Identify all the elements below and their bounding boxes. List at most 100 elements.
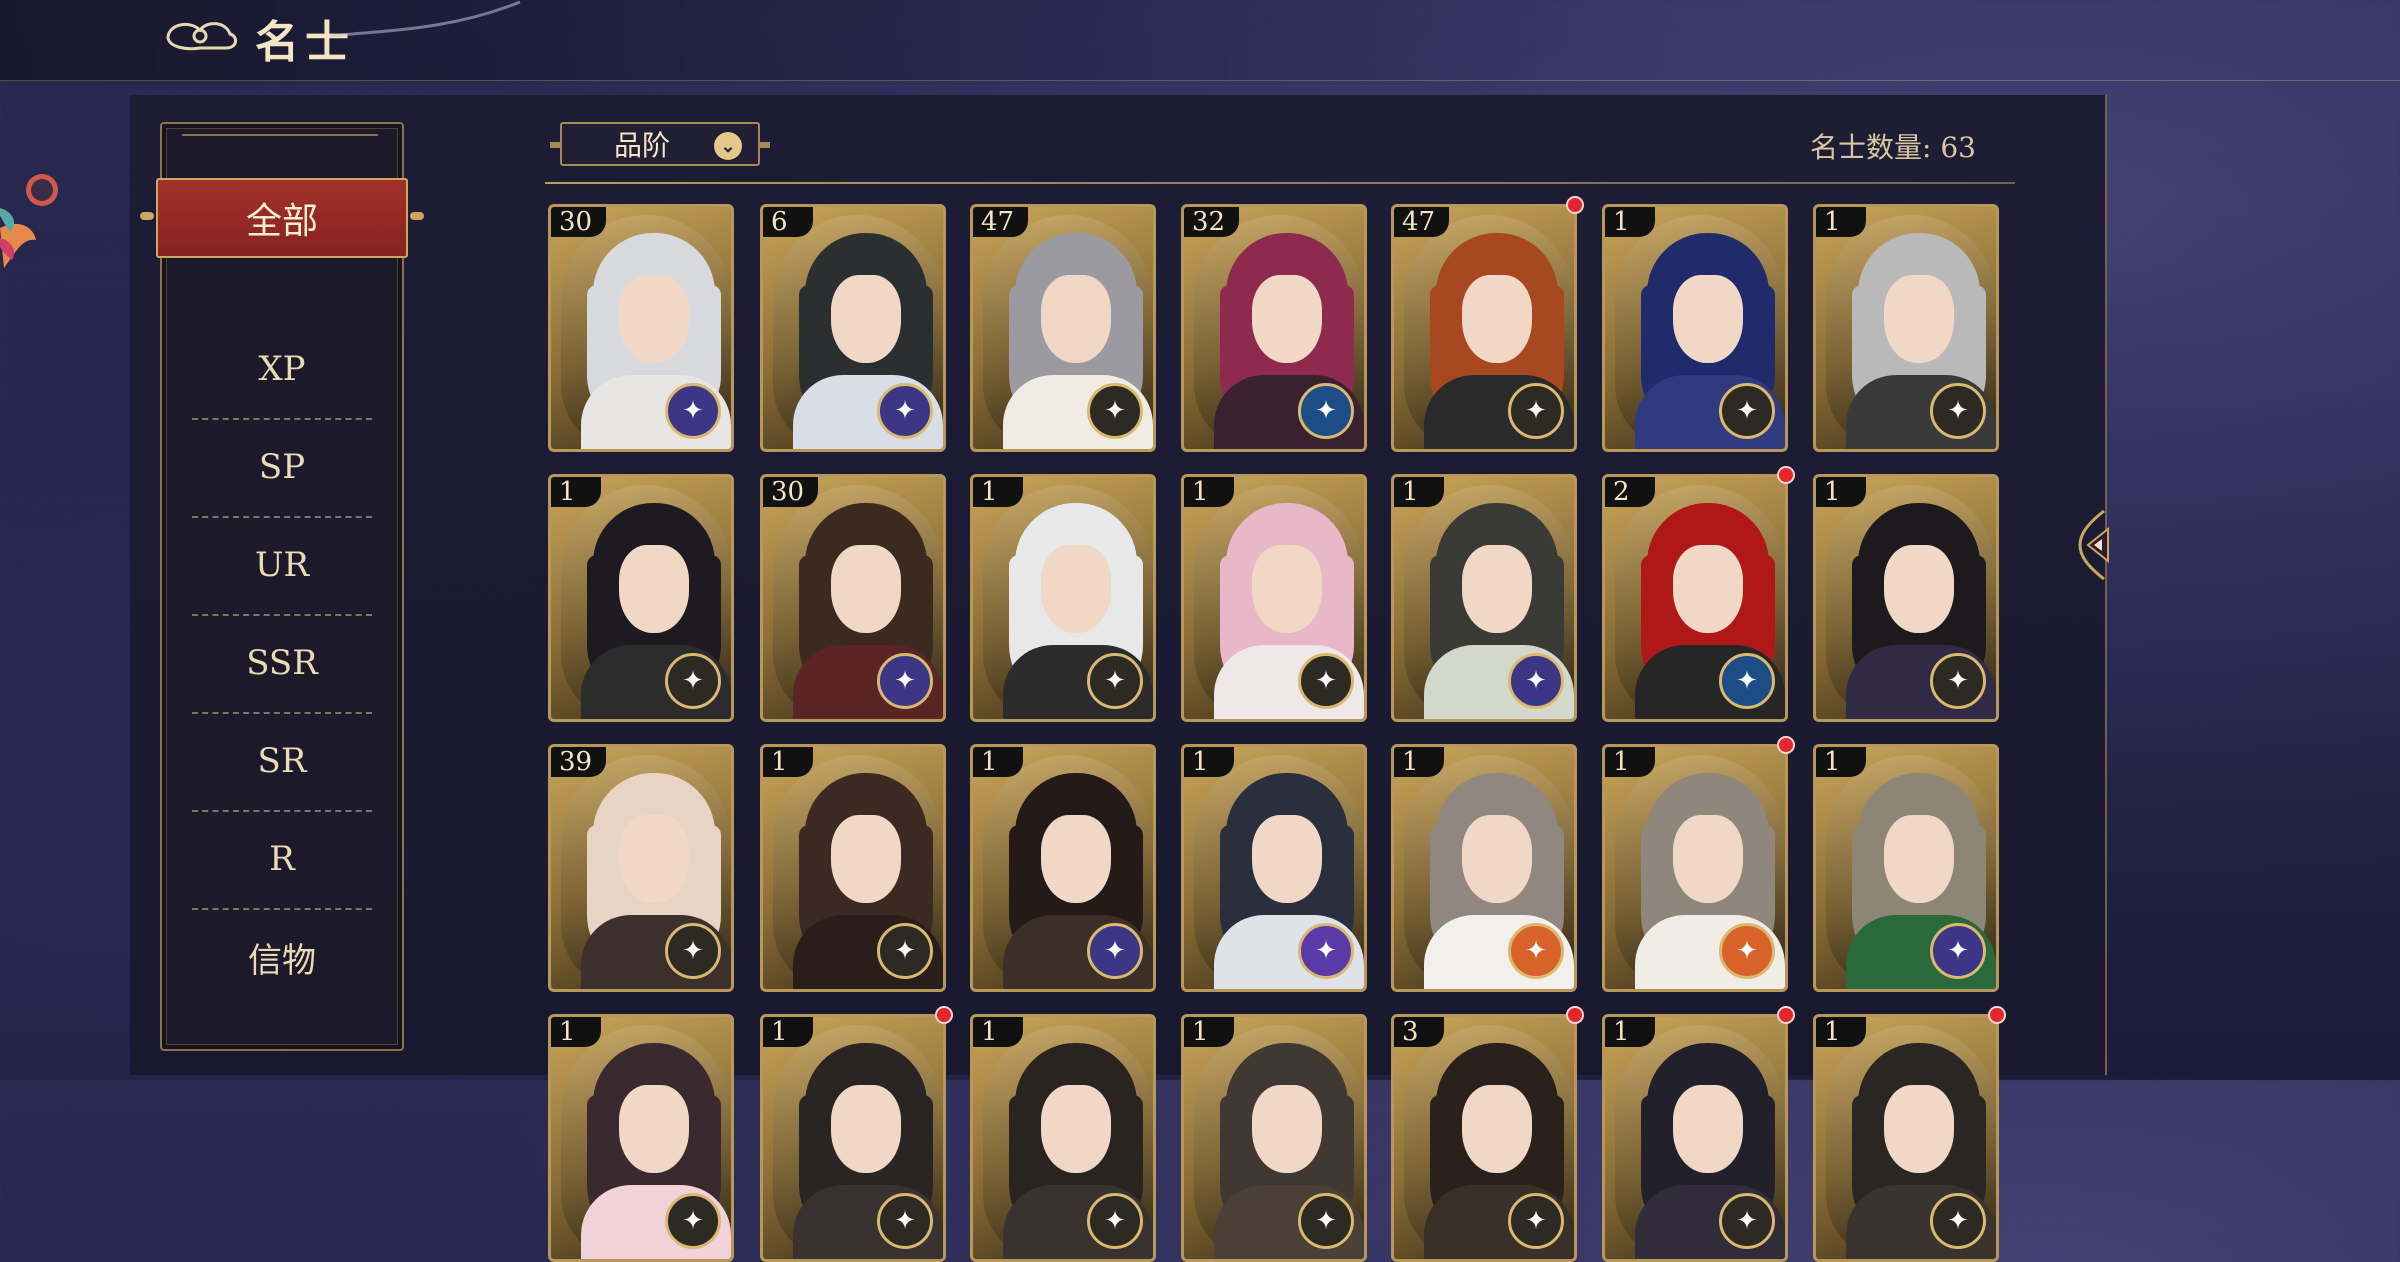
hero-card[interactable]: 1 ✦ bbox=[1813, 204, 1999, 452]
hero-level: 1 bbox=[1816, 207, 1866, 237]
hero-face bbox=[1041, 815, 1111, 903]
element-badge-icon: ✦ bbox=[1930, 1193, 1986, 1249]
sidebar-item-all[interactable]: 全部 bbox=[140, 178, 424, 258]
element-badge-icon: ✦ bbox=[877, 653, 933, 709]
hero-card[interactable]: 1 ✦ bbox=[970, 1014, 1156, 1262]
hero-level: 1 bbox=[763, 1017, 813, 1047]
hero-count: 名士数量: 63 bbox=[1810, 131, 1976, 164]
hero-face bbox=[1252, 1085, 1322, 1173]
hero-face bbox=[1884, 815, 1954, 903]
hero-face bbox=[1462, 815, 1532, 903]
hero-card[interactable]: 1 ✦ bbox=[1602, 204, 1788, 452]
hero-level: 1 bbox=[1605, 207, 1655, 237]
hero-face bbox=[1041, 545, 1111, 633]
hero-card[interactable]: 30 ✦ bbox=[760, 474, 946, 722]
hero-card[interactable]: 1 ✦ bbox=[548, 1014, 734, 1262]
hero-card[interactable]: 1 ✦ bbox=[760, 1014, 946, 1262]
hero-card[interactable]: 32 ✦ bbox=[1181, 204, 1367, 452]
element-badge-icon: ✦ bbox=[1930, 383, 1986, 439]
hero-level: 1 bbox=[1394, 747, 1444, 777]
hero-face bbox=[1884, 275, 1954, 363]
notification-dot bbox=[1777, 736, 1795, 754]
hero-level: 1 bbox=[1605, 747, 1655, 777]
hero-level: 30 bbox=[551, 207, 607, 237]
element-badge-icon: ✦ bbox=[1298, 1193, 1354, 1249]
element-badge-icon: ✦ bbox=[1930, 923, 1986, 979]
sidebar-decoration bbox=[182, 122, 378, 136]
hero-card[interactable]: 1 ✦ bbox=[760, 744, 946, 992]
element-badge-icon: ✦ bbox=[1508, 653, 1564, 709]
sidebar-item-xp[interactable]: XP bbox=[192, 320, 372, 420]
hero-face bbox=[1462, 275, 1532, 363]
sidebar-item-ssr[interactable]: SSR bbox=[192, 614, 372, 714]
hero-card[interactable]: 1 ✦ bbox=[1602, 744, 1788, 992]
hero-level: 47 bbox=[1394, 207, 1450, 237]
hero-card[interactable]: 47 ✦ bbox=[970, 204, 1156, 452]
hero-card[interactable]: 1 ✦ bbox=[970, 744, 1156, 992]
hero-card[interactable]: 1 ✦ bbox=[548, 474, 734, 722]
hero-level: 1 bbox=[1184, 1017, 1234, 1047]
hero-card[interactable]: 1 ✦ bbox=[1813, 744, 1999, 992]
grade-dropdown[interactable]: 品阶 ⌄ bbox=[550, 122, 770, 166]
hero-level: 1 bbox=[1394, 477, 1444, 507]
hero-card[interactable]: 1 ✦ bbox=[970, 474, 1156, 722]
hero-face bbox=[619, 1085, 689, 1173]
hero-face bbox=[1884, 1085, 1954, 1173]
element-badge-icon: ✦ bbox=[1930, 653, 1986, 709]
hero-level: 1 bbox=[973, 747, 1023, 777]
element-badge-icon: ✦ bbox=[1719, 923, 1775, 979]
element-badge-icon: ✦ bbox=[1508, 1193, 1564, 1249]
hero-face bbox=[619, 545, 689, 633]
element-badge-icon: ✦ bbox=[665, 923, 721, 979]
hero-level: 1 bbox=[1816, 477, 1866, 507]
hero-card[interactable]: 1 ✦ bbox=[1813, 1014, 1999, 1262]
hero-card[interactable]: 47 ✦ bbox=[1391, 204, 1577, 452]
hero-face bbox=[1041, 275, 1111, 363]
sidebar-item-sr[interactable]: SR bbox=[192, 712, 372, 812]
element-badge-icon: ✦ bbox=[1087, 383, 1143, 439]
hero-face bbox=[831, 545, 901, 633]
hero-face bbox=[619, 815, 689, 903]
header-ornament bbox=[330, 0, 521, 38]
hero-face bbox=[831, 815, 901, 903]
element-badge-icon: ✦ bbox=[1719, 1193, 1775, 1249]
cloud-swirl-icon bbox=[166, 22, 237, 51]
hero-card[interactable]: 1 ✦ bbox=[1391, 744, 1577, 992]
notification-dot bbox=[1566, 196, 1584, 214]
hero-face bbox=[831, 1085, 901, 1173]
element-badge-icon: ✦ bbox=[665, 383, 721, 439]
hero-card[interactable]: 6 ✦ bbox=[760, 204, 946, 452]
element-badge-icon: ✦ bbox=[1298, 383, 1354, 439]
hero-level: 1 bbox=[551, 477, 601, 507]
hero-level: 6 bbox=[763, 207, 813, 237]
hero-card[interactable]: 1 ✦ bbox=[1181, 744, 1367, 992]
hero-face bbox=[619, 275, 689, 363]
hero-level: 1 bbox=[1816, 1017, 1866, 1047]
hero-card[interactable]: 2 ✦ bbox=[1602, 474, 1788, 722]
hero-card[interactable]: 1 ✦ bbox=[1181, 474, 1367, 722]
notification-dot bbox=[1777, 1006, 1795, 1024]
hero-level: 1 bbox=[1605, 1017, 1655, 1047]
hero-level: 1 bbox=[763, 747, 813, 777]
hero-face bbox=[1884, 545, 1954, 633]
hero-card[interactable]: 39 ✦ bbox=[548, 744, 734, 992]
hero-card[interactable]: 1 ✦ bbox=[1181, 1014, 1367, 1262]
collapse-arrow-icon[interactable] bbox=[2074, 505, 2116, 585]
sidebar-item-sp[interactable]: SP bbox=[192, 418, 372, 518]
hero-card[interactable]: 30 ✦ bbox=[548, 204, 734, 452]
hero-level: 1 bbox=[1184, 747, 1234, 777]
hero-card[interactable]: 3 ✦ bbox=[1391, 1014, 1577, 1262]
element-badge-icon: ✦ bbox=[1087, 1193, 1143, 1249]
hero-card[interactable]: 1 ✦ bbox=[1602, 1014, 1788, 1262]
sidebar-item-r[interactable]: R bbox=[192, 810, 372, 910]
notification-dot bbox=[1566, 1006, 1584, 1024]
hero-level: 1 bbox=[973, 477, 1023, 507]
element-badge-icon: ✦ bbox=[1087, 653, 1143, 709]
hero-card[interactable]: 1 ✦ bbox=[1391, 474, 1577, 722]
sidebar-item-tokens[interactable]: 信物 bbox=[192, 908, 372, 1006]
element-badge-icon: ✦ bbox=[877, 1193, 933, 1249]
hero-face bbox=[1673, 545, 1743, 633]
hero-card[interactable]: 1 ✦ bbox=[1813, 474, 1999, 722]
sidebar-item-ur[interactable]: UR bbox=[192, 516, 372, 616]
hero-face bbox=[831, 275, 901, 363]
